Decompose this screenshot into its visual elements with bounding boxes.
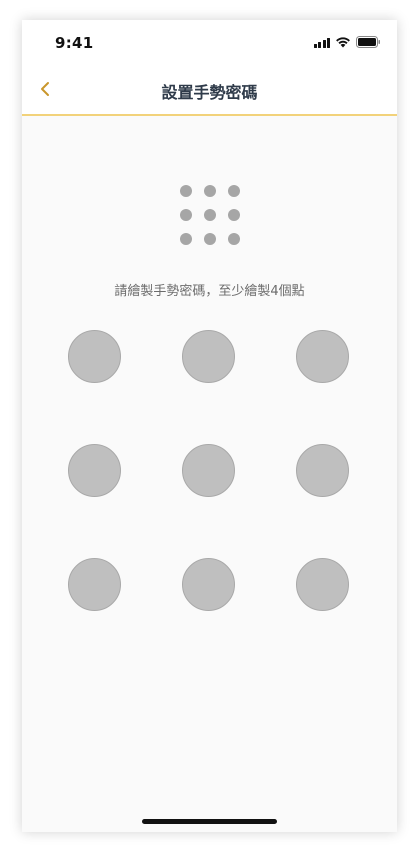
preview-dot [204, 185, 216, 197]
preview-dot [180, 185, 192, 197]
preview-dot [204, 233, 216, 245]
page-title: 設置手勢密碼 [161, 83, 258, 102]
navigation-bar: 設置手勢密碼 [22, 64, 397, 116]
gesture-pattern-pad[interactable] [68, 330, 352, 614]
preview-dot [180, 209, 192, 221]
status-bar: 9:41 [22, 20, 397, 64]
battery-icon [356, 36, 380, 48]
preview-dot [228, 233, 240, 245]
pattern-node-5[interactable] [182, 444, 235, 497]
preview-dot [204, 209, 216, 221]
home-indicator[interactable] [142, 819, 277, 824]
pattern-node-2[interactable] [182, 330, 235, 383]
status-time: 9:41 [55, 34, 94, 52]
pattern-node-6[interactable] [296, 444, 349, 497]
pattern-node-9[interactable] [296, 558, 349, 611]
preview-dot [180, 233, 192, 245]
status-icons [313, 36, 382, 48]
pattern-node-7[interactable] [68, 558, 121, 611]
phone-screen: 9:41 設置手勢密碼 請繪製手勢密碼，至少繪製4個點 [22, 20, 397, 832]
pattern-preview-grid-icon [180, 185, 240, 245]
pattern-hint-text: 請繪製手勢密碼，至少繪製4個點 [114, 284, 305, 299]
pattern-node-1[interactable] [68, 330, 121, 383]
cellular-signal-icon [313, 37, 330, 48]
preview-dot [228, 209, 240, 221]
wifi-icon [336, 37, 350, 48]
preview-dot [228, 185, 240, 197]
pattern-node-8[interactable] [182, 558, 235, 611]
pattern-node-4[interactable] [68, 444, 121, 497]
pattern-node-3[interactable] [296, 330, 349, 383]
